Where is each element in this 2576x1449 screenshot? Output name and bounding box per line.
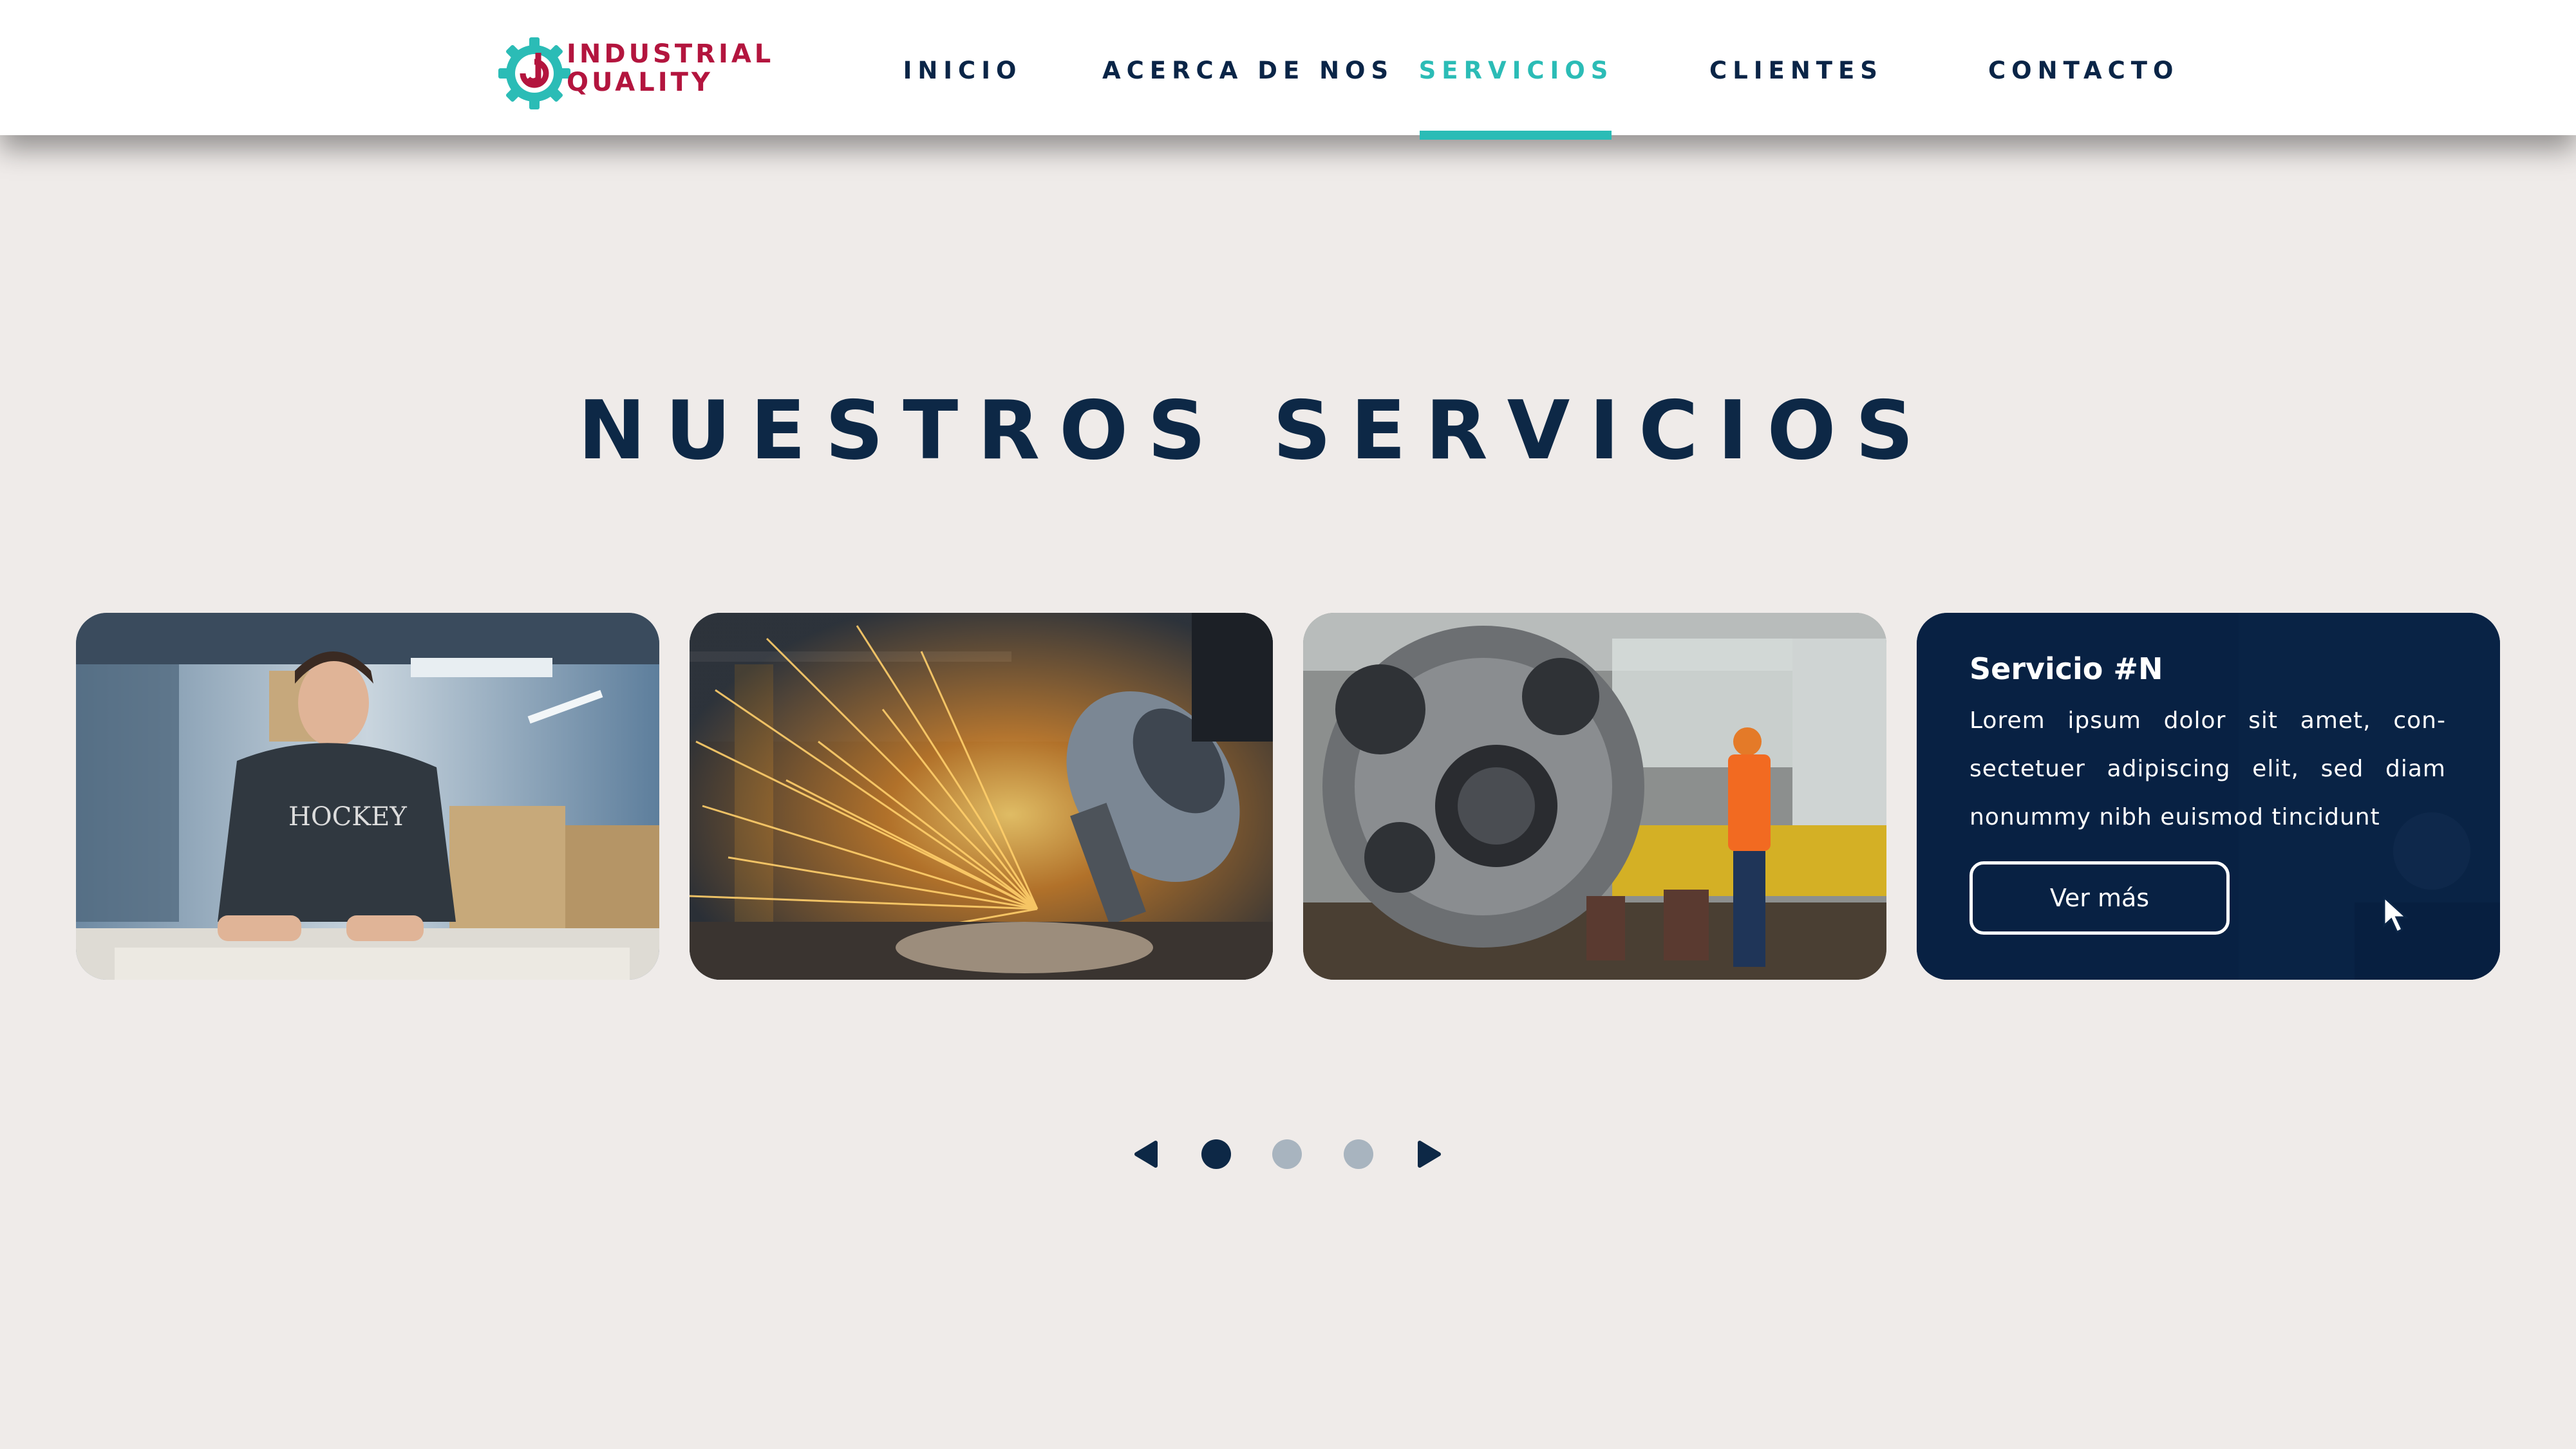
- brand-line-2: QUALITY: [567, 68, 713, 97]
- mouse-cursor-icon: [2383, 896, 2409, 934]
- brand-line-1: INDUSTRIAL: [567, 39, 775, 69]
- top-navigation-bar: INDUSTRIAL QUALITY INICIO ACERCA DE NOS …: [0, 0, 2576, 135]
- service-card-description: Lorem ipsum dolor sit amet, con-sectetue…: [1970, 707, 2446, 830]
- gear-logo-icon: [498, 37, 570, 109]
- arrow-right-icon[interactable]: [1417, 1140, 1443, 1168]
- brand-name: INDUSTRIAL QUALITY: [567, 40, 774, 97]
- carousel-dot-2[interactable]: [1272, 1139, 1302, 1169]
- nav-link-servicios[interactable]: SERVICIOS: [1413, 51, 1619, 90]
- nav-link-inicio[interactable]: INICIO: [882, 51, 1043, 90]
- active-nav-indicator: [1420, 131, 1612, 140]
- service-card-1[interactable]: HOCKEY: [76, 613, 659, 980]
- carousel-dot-3[interactable]: [1344, 1139, 1373, 1169]
- carousel-dot-1[interactable]: [1201, 1139, 1231, 1169]
- nav-link-contacto[interactable]: CONTACTO: [1988, 51, 2173, 90]
- angle-grinder-sparks-photo: [690, 613, 1273, 980]
- svg-text:HOCKEY: HOCKEY: [288, 802, 407, 832]
- service-card-4[interactable]: Servicio #N Lorem ipsum dolor sit amet, …: [1917, 613, 2500, 980]
- section-title: NUESTROS SERVICIOS: [578, 383, 1933, 478]
- service-card-3[interactable]: [1303, 613, 1886, 980]
- nav-link-acerca-de-nos[interactable]: ACERCA DE NOS: [1102, 51, 1388, 90]
- nav-link-clientes[interactable]: CLIENTES: [1706, 51, 1886, 90]
- service-card-title: Servicio #N: [1970, 651, 2163, 686]
- arrow-left-icon[interactable]: [1133, 1140, 1158, 1168]
- ver-mas-button[interactable]: Ver más: [1970, 861, 2230, 935]
- service-card-2[interactable]: [690, 613, 1273, 980]
- brand-logo[interactable]: INDUSTRIAL QUALITY: [494, 33, 771, 111]
- industrial-part-crane-photo: [1303, 613, 1886, 980]
- worker-at-workbench-photo: HOCKEY: [76, 613, 659, 980]
